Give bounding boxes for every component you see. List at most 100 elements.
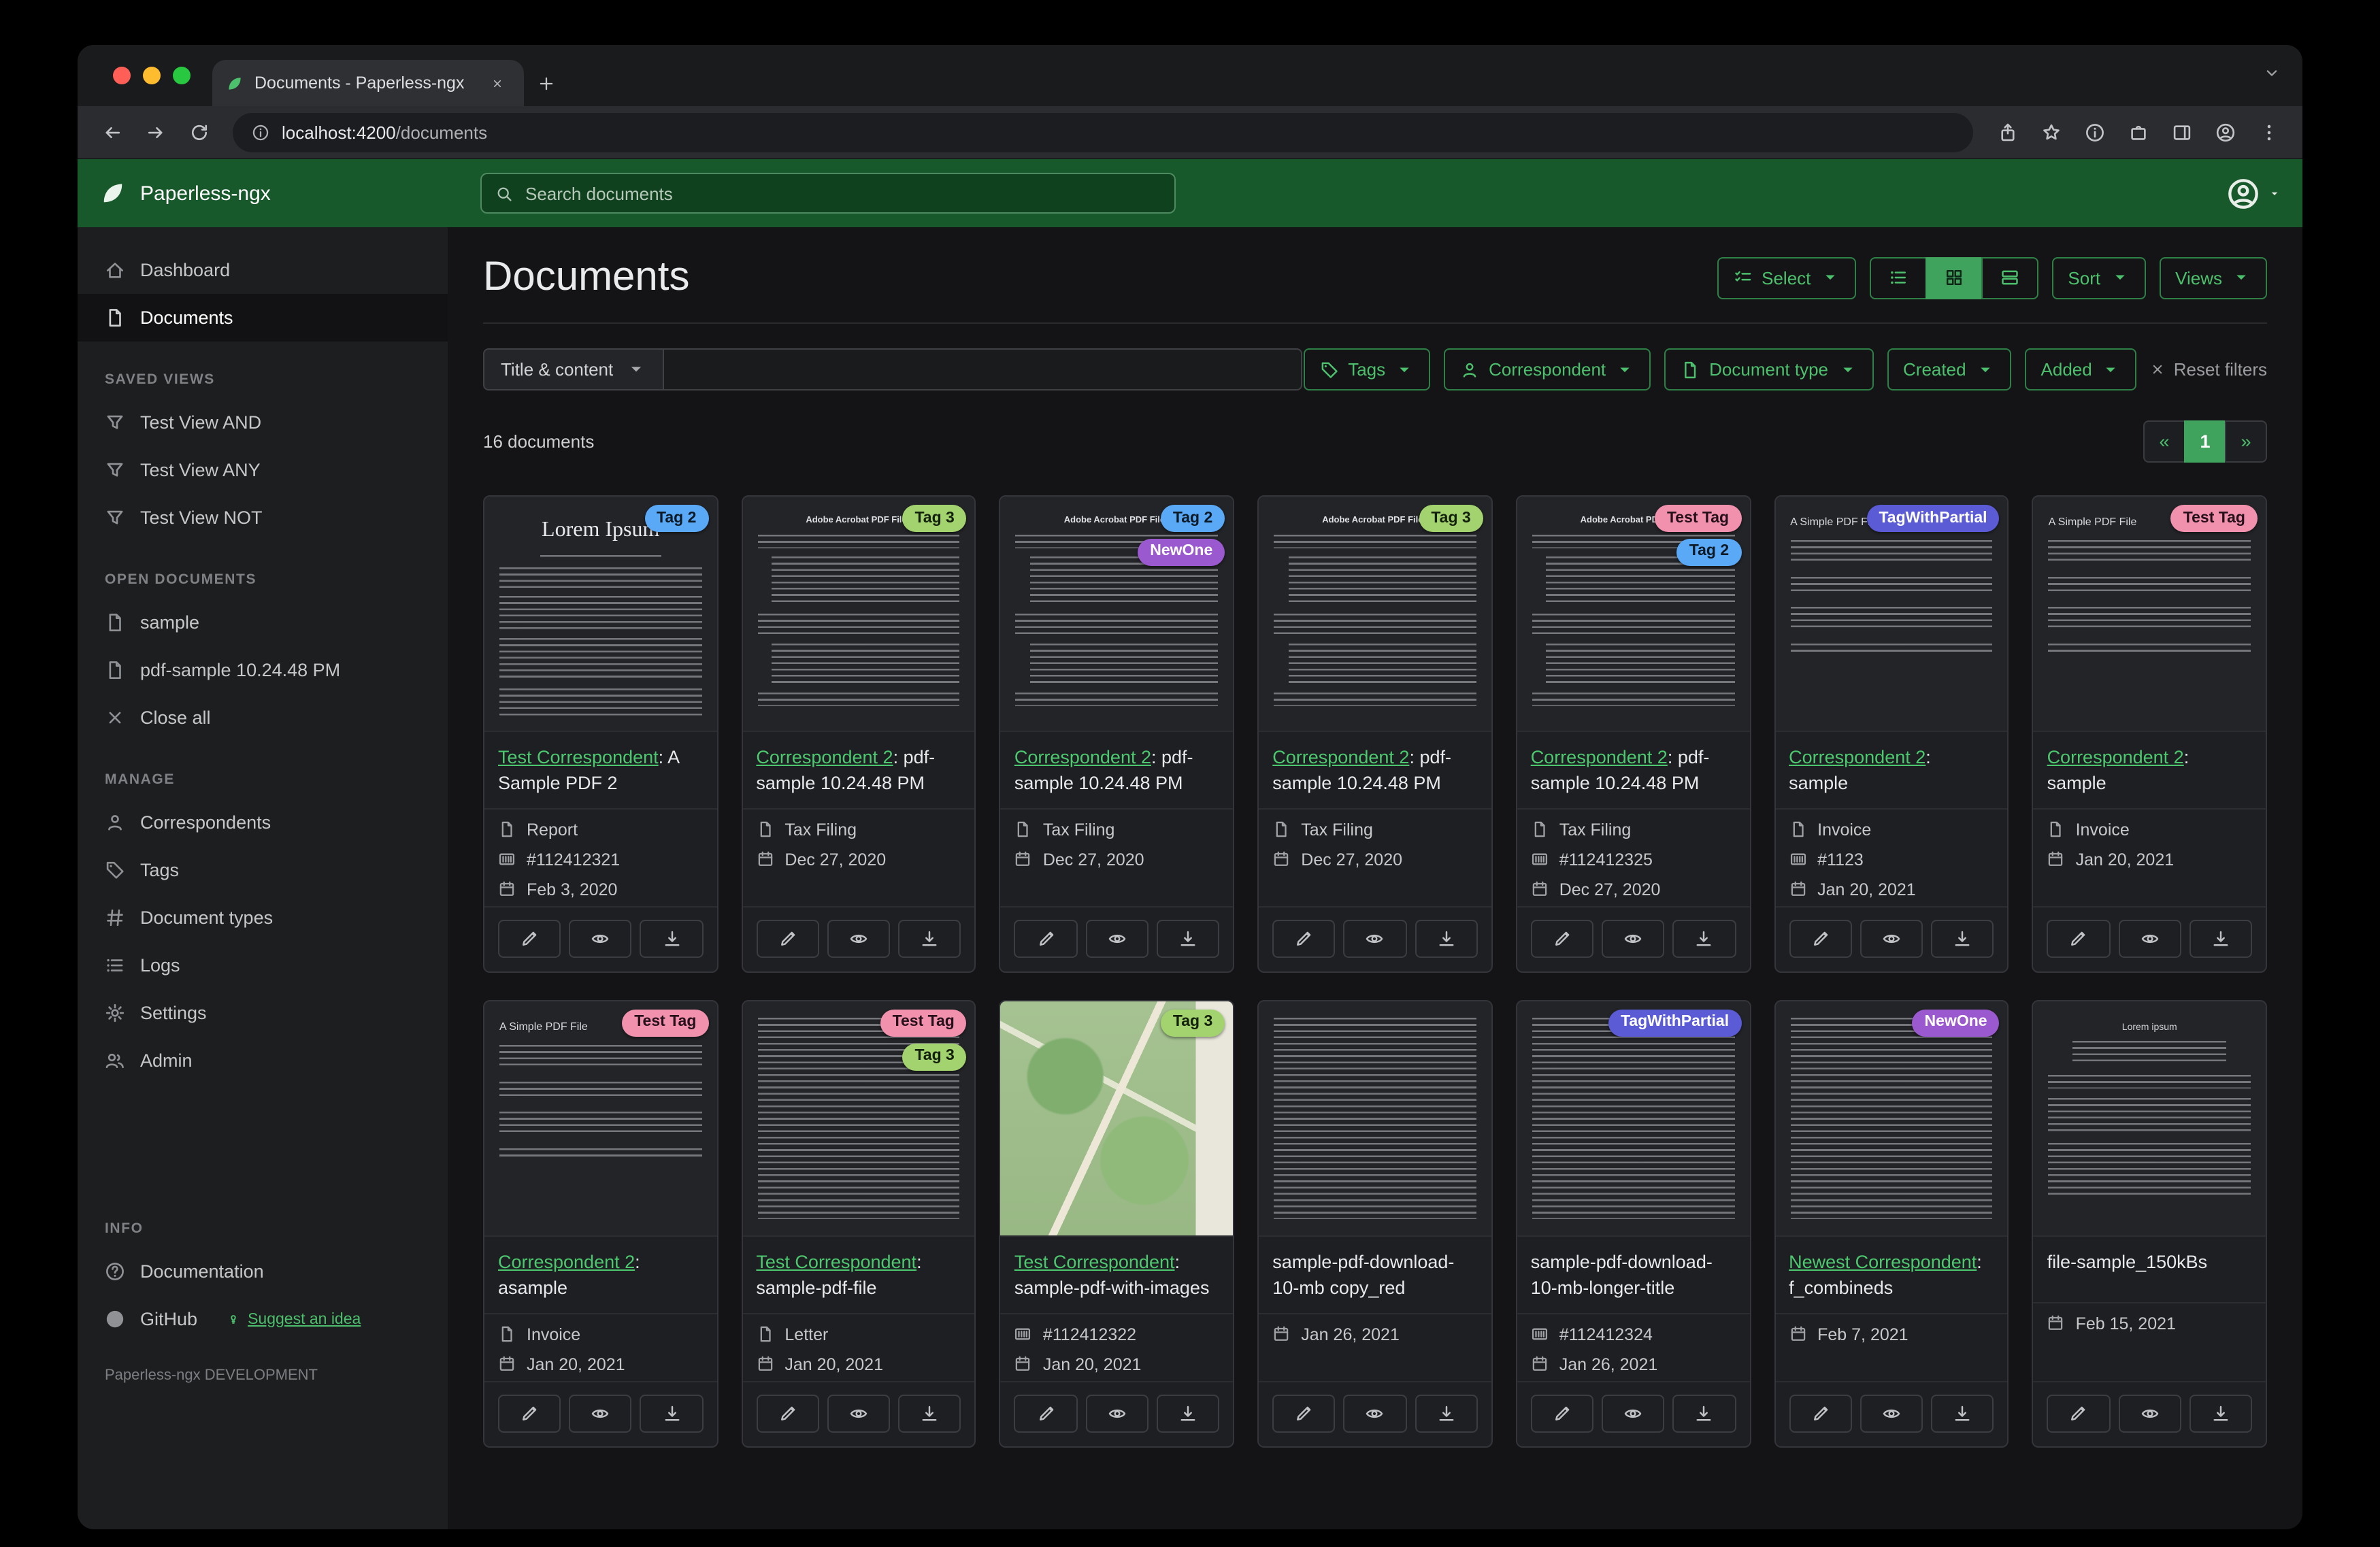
tag-badge-tag-3[interactable]: Tag 3 (1160, 1009, 1225, 1037)
sort-button[interactable]: Sort (2051, 256, 2146, 299)
document-thumbnail[interactable]: Adobe Acrobat PDF Files Test Tag Tag 2 (1517, 497, 1750, 732)
url-bar[interactable]: localhost:4200/documents (233, 112, 1973, 152)
next-page-button[interactable]: » (2225, 420, 2267, 463)
download-button[interactable] (1156, 1394, 1220, 1433)
document-card[interactable]: Adobe Acrobat PDF Files Test Tag Tag 2 Cor… (1515, 495, 1751, 973)
document-thumbnail[interactable]: Test Tag Tag 3 (742, 1001, 975, 1237)
tag-badge-tag-2[interactable]: Tag 2 (1676, 538, 1742, 566)
view-button[interactable] (1860, 919, 1923, 958)
view-button[interactable] (1085, 1394, 1148, 1433)
app-logo[interactable]: Paperless-ngx (99, 180, 450, 207)
sidebar-item-document-types[interactable]: Document types (78, 894, 448, 942)
download-button[interactable] (1931, 1394, 1994, 1433)
download-button[interactable] (1156, 919, 1220, 958)
document-card[interactable]: Adobe Acrobat PDF Files Tag 2 NewOne Corre… (999, 495, 1235, 973)
view-button[interactable] (2118, 919, 2181, 958)
suggest-an-idea-link[interactable]: Suggest an idea (226, 1311, 361, 1327)
sidebar-item-github[interactable]: GitHub Suggest an idea (78, 1295, 448, 1343)
correspondent-link[interactable]: Correspondent 2 (1272, 747, 1409, 767)
tag-badge-tag-3[interactable]: Tag 3 (902, 1043, 967, 1071)
filter-correspondent-button[interactable]: Correspondent (1444, 348, 1651, 390)
correspondent-link[interactable]: Correspondent 2 (1531, 747, 1668, 767)
tag-badge-test-tag[interactable]: Test Tag (880, 1009, 967, 1037)
browser-menu-button[interactable] (2248, 112, 2289, 152)
correspondent-link[interactable]: Correspondent 2 (756, 747, 893, 767)
download-button[interactable] (898, 919, 961, 958)
select-button[interactable]: Select (1717, 256, 1856, 299)
tab-close-button[interactable] (483, 69, 510, 97)
minimize-window-button[interactable] (143, 67, 161, 84)
sidebar-item-test-view-any[interactable]: Test View ANY (78, 446, 448, 494)
browser-tab[interactable]: Documents - Paperless-ngx (212, 60, 524, 106)
view-button[interactable] (827, 1394, 891, 1433)
correspondent-link[interactable]: Correspondent 2 (1789, 747, 1926, 767)
document-thumbnail[interactable]: A Simple PDF File Test Tag (484, 1001, 717, 1237)
browser-profile-button[interactable] (2204, 112, 2245, 152)
user-menu[interactable] (2226, 176, 2281, 210)
tag-badge-newone[interactable]: NewOne (1912, 1009, 2000, 1037)
detail-view-button[interactable] (1981, 256, 2038, 299)
grid-view-button[interactable] (1925, 256, 1983, 299)
document-card[interactable]: NewOne Newest Correspondent: f_combineds… (1774, 999, 2009, 1448)
edit-button[interactable] (1530, 919, 1594, 958)
page-status-button[interactable] (2074, 112, 2115, 152)
view-button[interactable] (569, 1394, 632, 1433)
document-card[interactable]: Adobe Acrobat PDF Files Tag 3 Corresponde… (741, 495, 976, 973)
search-input[interactable] (525, 183, 1161, 203)
sidebar-item-tags[interactable]: Tags (78, 846, 448, 894)
tag-badge-newone[interactable]: NewOne (1138, 538, 1225, 566)
document-thumbnail[interactable]: Adobe Acrobat PDF Files Tag 3 (1259, 497, 1491, 732)
document-thumbnail[interactable]: Lorem Ipsum Tag 2 (484, 497, 717, 732)
view-button[interactable] (1602, 1394, 1665, 1433)
document-thumbnail[interactable]: A Simple PDF File Test Tag (2033, 497, 2266, 732)
document-card[interactable]: A Simple PDF File TagWithPartial Correspo… (1774, 495, 2009, 973)
download-button[interactable] (1415, 919, 1478, 958)
view-button[interactable] (827, 919, 891, 958)
document-card[interactable]: sample-pdf-download-10-mb copy_red Jan 2… (1257, 999, 1493, 1448)
tag-badge-test-tag[interactable]: Test Tag (622, 1009, 709, 1037)
correspondent-link[interactable]: Test Correspondent (1014, 1252, 1175, 1272)
document-card[interactable]: A Simple PDF File Test Tag Correspondent … (483, 999, 718, 1448)
edit-button[interactable] (1272, 1394, 1336, 1433)
correspondent-link[interactable]: Correspondent 2 (1014, 747, 1151, 767)
document-thumbnail[interactable]: Adobe Acrobat PDF Files Tag 2 NewOne (1000, 497, 1234, 732)
tag-badge-test-tag[interactable]: Test Tag (2170, 505, 2258, 532)
edit-button[interactable] (1014, 919, 1078, 958)
view-button[interactable] (569, 919, 632, 958)
document-card[interactable]: TagWithPartial sample-pdf-download-10-mb… (1515, 999, 1751, 1448)
filter-created-button[interactable]: Created (1887, 348, 2011, 390)
tag-badge-tagwithpartial[interactable]: TagWithPartial (1866, 505, 2000, 532)
tag-badge-tag-3[interactable]: Tag 3 (902, 505, 967, 532)
document-thumbnail[interactable]: TagWithPartial (1517, 1001, 1750, 1237)
tag-badge-tag-2[interactable]: Tag 2 (1160, 505, 1225, 532)
sidebar-item-close-all[interactable]: Close all (78, 694, 448, 742)
download-button[interactable] (1672, 919, 1736, 958)
filter-tags-button[interactable]: Tags (1303, 348, 1431, 390)
document-card[interactable]: Test Tag Tag 3 Test Correspondent: sample… (741, 999, 976, 1448)
edit-button[interactable] (2047, 919, 2111, 958)
filter-added-button[interactable]: Added (2024, 348, 2137, 390)
filter-document-type-button[interactable]: Document type (1664, 348, 1874, 390)
document-thumbnail[interactable] (1259, 1001, 1491, 1237)
previous-page-button[interactable]: « (2143, 420, 2185, 463)
download-button[interactable] (640, 919, 704, 958)
edit-button[interactable] (498, 1394, 561, 1433)
sidebar-item-admin[interactable]: Admin (78, 1037, 448, 1084)
correspondent-link[interactable]: Test Correspondent (498, 747, 659, 767)
view-button[interactable] (1602, 919, 1665, 958)
download-button[interactable] (2189, 919, 2252, 958)
download-button[interactable] (640, 1394, 704, 1433)
forward-button[interactable] (135, 112, 176, 152)
view-button[interactable] (2118, 1394, 2181, 1433)
edit-button[interactable] (498, 919, 561, 958)
sidebar-item-test-view-and[interactable]: Test View AND (78, 399, 448, 446)
tag-badge-tag-2[interactable]: Tag 2 (644, 505, 709, 532)
document-card[interactable]: Tag 3 Test Correspondent: sample-pdf-wit… (999, 999, 1235, 1448)
view-button[interactable] (1860, 1394, 1923, 1433)
download-button[interactable] (2189, 1394, 2252, 1433)
title-content-dropdown[interactable]: Title & content (483, 348, 664, 390)
document-card[interactable]: Lorem Ipsum Tag 2 Test Correspondent: A S… (483, 495, 718, 973)
download-button[interactable] (1415, 1394, 1478, 1433)
page-1-button[interactable]: 1 (2184, 420, 2226, 463)
edit-button[interactable] (1789, 919, 1852, 958)
